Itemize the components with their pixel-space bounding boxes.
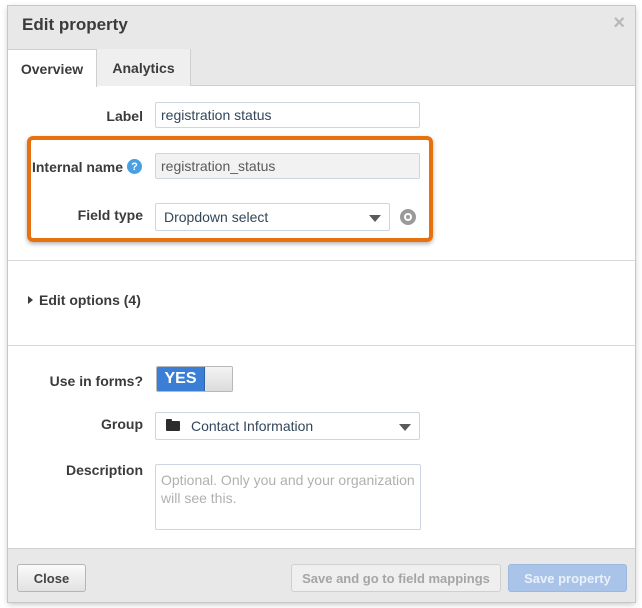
screenshot-frame: Edit property × Overview Analytics Label…	[0, 0, 642, 608]
internal-name-label: Internal name	[31, 159, 123, 175]
tab-overview[interactable]: Overview	[8, 49, 97, 87]
dialog-footer: Close Save and go to field mappings Save…	[8, 548, 635, 602]
field-type-select[interactable]: Dropdown select	[155, 203, 390, 231]
label-field-label: Label	[106, 108, 143, 124]
close-icon[interactable]: ×	[613, 12, 625, 34]
field-type-label: Field type	[77, 207, 143, 223]
triangle-right-icon[interactable]	[28, 296, 33, 304]
chevron-down-icon	[369, 215, 381, 222]
lock-icon[interactable]	[400, 209, 416, 225]
use-in-forms-label: Use in forms?	[49, 373, 143, 389]
edit-property-dialog: Edit property × Overview Analytics Label…	[8, 6, 635, 602]
internal-name-input: registration_status	[155, 153, 420, 179]
tab-analytics[interactable]: Analytics	[97, 49, 191, 86]
folder-icon	[166, 419, 180, 431]
help-icon[interactable]: ?	[127, 159, 142, 174]
group-label: Group	[101, 416, 143, 432]
chevron-down-icon	[399, 424, 411, 431]
toggle-on-label: YES	[157, 367, 205, 391]
dialog-header: Edit property ×	[8, 6, 635, 44]
dialog-title: Edit property	[22, 15, 128, 34]
description-textarea[interactable]: Optional. Only you and your organization…	[155, 464, 421, 530]
toggle-knob	[206, 367, 232, 391]
description-label: Description	[65, 462, 143, 478]
group-select[interactable]: Contact Information	[155, 412, 420, 440]
field-type-value: Dropdown select	[164, 209, 269, 225]
use-in-forms-toggle[interactable]: YES	[156, 366, 233, 392]
save-and-go-to-field-mappings-button[interactable]: Save and go to field mappings	[291, 564, 501, 592]
label-input[interactable]: registration status	[155, 102, 420, 128]
divider	[8, 345, 635, 346]
tab-bar: Overview Analytics	[8, 44, 635, 87]
close-button[interactable]: Close	[17, 564, 86, 592]
divider	[8, 260, 635, 261]
edit-options-toggle[interactable]: Edit options (4)	[39, 292, 141, 308]
group-value: Contact Information	[191, 418, 314, 434]
save-property-button[interactable]: Save property	[508, 564, 627, 592]
